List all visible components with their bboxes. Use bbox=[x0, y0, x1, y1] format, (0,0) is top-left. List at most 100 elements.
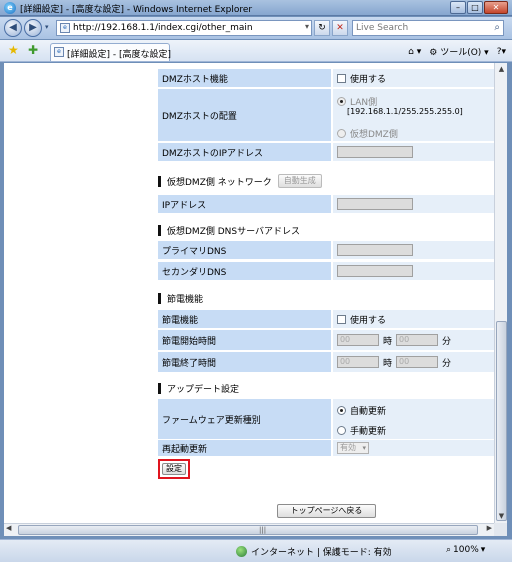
zoom-icon: ⌕ bbox=[446, 545, 452, 555]
dmz-placement-row: DMZホストの配置 LAN側 [192.168.1.1/255.255.255.… bbox=[158, 89, 494, 141]
tools-menu[interactable]: ⚙ ツール(O) ▾ bbox=[429, 45, 488, 58]
scroll-up-icon[interactable]: ▲ bbox=[496, 64, 507, 75]
restart-update-value: 有効 bbox=[339, 443, 356, 452]
power-end-row: 節電終了時間 00 時 00 分 bbox=[158, 352, 494, 372]
dmz-host-function-label: DMZホスト機能 bbox=[158, 69, 331, 87]
restart-update-row: 再起動更新 有効 ▾ bbox=[158, 440, 494, 456]
restart-update-label: 再起動更新 bbox=[158, 440, 331, 456]
tab-current[interactable]: e [詳細設定] - [高度な設定] bbox=[50, 43, 171, 61]
forward-button[interactable]: ▶ bbox=[24, 19, 42, 37]
manual-update-label: 手動更新 bbox=[349, 427, 386, 437]
back-button[interactable]: ◀ bbox=[4, 19, 22, 37]
auto-update-label: 自動更新 bbox=[349, 407, 386, 417]
page-icon: e bbox=[60, 23, 70, 33]
virtual-ip-input[interactable] bbox=[336, 198, 413, 210]
minute-unit: 分 bbox=[441, 358, 451, 369]
vertical-scrollbar[interactable]: ▲ ▼ bbox=[494, 63, 507, 523]
history-dropdown-icon[interactable]: ▾ bbox=[45, 23, 49, 31]
top-page-button[interactable]: トップページへ戻る bbox=[277, 504, 376, 518]
virtual-ip-label: IPアドレス bbox=[158, 195, 331, 213]
window-title: [詳細設定] - [高度な設定] - Windows Internet Expl… bbox=[20, 5, 253, 15]
firmware-update-label: ファームウェア更新種別 bbox=[158, 399, 331, 439]
search-icon[interactable]: ⌕ bbox=[494, 22, 500, 33]
power-saving-value: 使用する bbox=[349, 315, 386, 326]
zone-text: インターネット | 保護モード: 有効 bbox=[251, 548, 392, 558]
grip-icon: ||| bbox=[259, 526, 267, 534]
favorites-star-icon[interactable]: ★ bbox=[8, 43, 19, 57]
virtual-network-heading-text: 仮想DMZ側 ネットワーク bbox=[167, 177, 272, 188]
security-zone[interactable]: インターネット | 保護モード: 有効 bbox=[236, 545, 392, 558]
address-bar: ◀ ▶ ▾ e http://192.168.1.1/index.cgi/oth… bbox=[0, 17, 512, 39]
stop-icon[interactable]: ✕ bbox=[332, 20, 348, 36]
firmware-update-row: ファームウェア更新種別 自動更新 手動更新 bbox=[158, 399, 494, 439]
autogen-button[interactable]: 自動生成 bbox=[277, 174, 322, 188]
power-end-minute-input[interactable]: 00 bbox=[395, 356, 438, 368]
url-dropdown-icon[interactable]: ▾ bbox=[305, 22, 309, 31]
scroll-left-icon[interactable]: ◀ bbox=[6, 524, 11, 532]
virtual-dmz-radio[interactable] bbox=[336, 129, 346, 138]
lan-address: [192.168.1.1/255.255.255.0] bbox=[346, 107, 463, 116]
scroll-down-icon[interactable]: ▼ bbox=[496, 511, 507, 522]
title-bar: e [詳細設定] - [高度な設定] - Windows Internet Ex… bbox=[0, 0, 512, 16]
hour-unit: 時 bbox=[382, 336, 392, 347]
scroll-right-icon[interactable]: ▶ bbox=[487, 524, 492, 532]
power-saving-function-label: 節電機能 bbox=[158, 310, 331, 328]
chevron-down-icon: ▾ bbox=[362, 444, 366, 452]
update-heading: アップデート設定 bbox=[158, 382, 239, 395]
search-placeholder: Live Search bbox=[356, 23, 409, 33]
power-saving-function-row: 節電機能 使用する bbox=[158, 310, 494, 328]
url-text: http://192.168.1.1/index.cgi/other_main bbox=[73, 23, 253, 33]
add-favorite-icon[interactable]: ✚ bbox=[28, 43, 38, 57]
power-start-label: 節電開始時間 bbox=[158, 330, 331, 350]
horizontal-scrollbar[interactable]: ◀ ||| ▶ bbox=[4, 523, 494, 536]
power-saving-heading: 節電機能 bbox=[158, 292, 203, 305]
dmz-host-function-checkbox[interactable] bbox=[336, 73, 346, 83]
dmz-host-function-value: 使用する bbox=[349, 74, 386, 85]
power-end-hour-input[interactable]: 00 bbox=[336, 356, 379, 368]
horizontal-scroll-thumb[interactable]: ||| bbox=[18, 525, 478, 535]
favorites-bar: ★ ✚ e [詳細設定] - [高度な設定] ⌂ ▾ ⚙ ツール(O) ▾ ?▾ bbox=[0, 40, 512, 62]
dmz-host-function-row: DMZホスト機能 使用する bbox=[158, 69, 494, 87]
power-start-hour-input[interactable]: 00 bbox=[336, 334, 379, 346]
secondary-dns-label: セカンダリDNS bbox=[158, 262, 331, 280]
power-saving-heading-text: 節電機能 bbox=[167, 295, 204, 305]
virtual-network-heading: 仮想DMZ側 ネットワーク 自動生成 bbox=[158, 174, 322, 188]
vertical-scroll-thumb[interactable] bbox=[496, 321, 507, 521]
dmz-host-ip-row: DMZホストのIPアドレス bbox=[158, 143, 494, 161]
virtual-dns-heading: 仮想DMZ側 DNSサーバアドレス bbox=[158, 224, 300, 237]
refresh-icon[interactable]: ↻ bbox=[314, 20, 330, 36]
zoom-control[interactable]: ⌕ 100% ▾ bbox=[446, 545, 485, 555]
apply-button-highlight: 設定 bbox=[158, 459, 190, 479]
restart-update-select[interactable]: 有効 ▾ bbox=[336, 442, 369, 454]
zoom-level: 100% bbox=[453, 545, 479, 555]
primary-dns-row: プライマリDNS bbox=[158, 241, 494, 259]
dmz-host-ip-label: DMZホストのIPアドレス bbox=[158, 143, 331, 161]
chevron-down-icon: ▾ bbox=[480, 545, 486, 555]
lan-side-radio[interactable] bbox=[336, 97, 346, 106]
window-controls: – □ ✕ bbox=[450, 1, 508, 14]
maximize-button[interactable]: □ bbox=[467, 1, 483, 14]
primary-dns-label: プライマリDNS bbox=[158, 241, 331, 259]
virtual-dns-heading-text: 仮想DMZ側 DNSサーバアドレス bbox=[167, 227, 301, 237]
power-end-label: 節電終了時間 bbox=[158, 352, 331, 372]
dmz-host-ip-input[interactable] bbox=[336, 146, 413, 158]
secondary-dns-row: セカンダリDNS bbox=[158, 262, 494, 280]
help-icon[interactable]: ?▾ bbox=[497, 47, 506, 57]
power-saving-checkbox[interactable] bbox=[336, 314, 346, 324]
primary-dns-input[interactable] bbox=[336, 244, 413, 256]
url-field[interactable]: e http://192.168.1.1/index.cgi/other_mai… bbox=[56, 20, 312, 36]
power-start-row: 節電開始時間 00 時 00 分 bbox=[158, 330, 494, 350]
virtual-ip-row: IPアドレス bbox=[158, 195, 494, 213]
minute-unit: 分 bbox=[441, 336, 451, 347]
power-start-minute-input[interactable]: 00 bbox=[395, 334, 438, 346]
minimize-button[interactable]: – bbox=[450, 1, 466, 14]
update-heading-text: アップデート設定 bbox=[167, 385, 240, 395]
search-input[interactable]: Live Search ⌕ bbox=[352, 20, 504, 36]
auto-update-radio[interactable] bbox=[336, 406, 346, 415]
command-bar: ⌂ ▾ ⚙ ツール(O) ▾ ?▾ bbox=[408, 45, 506, 59]
apply-button[interactable]: 設定 bbox=[162, 463, 186, 475]
home-icon[interactable]: ⌂ ▾ bbox=[408, 47, 421, 57]
close-button[interactable]: ✕ bbox=[484, 1, 508, 14]
manual-update-radio[interactable] bbox=[336, 426, 346, 435]
secondary-dns-input[interactable] bbox=[336, 265, 413, 277]
